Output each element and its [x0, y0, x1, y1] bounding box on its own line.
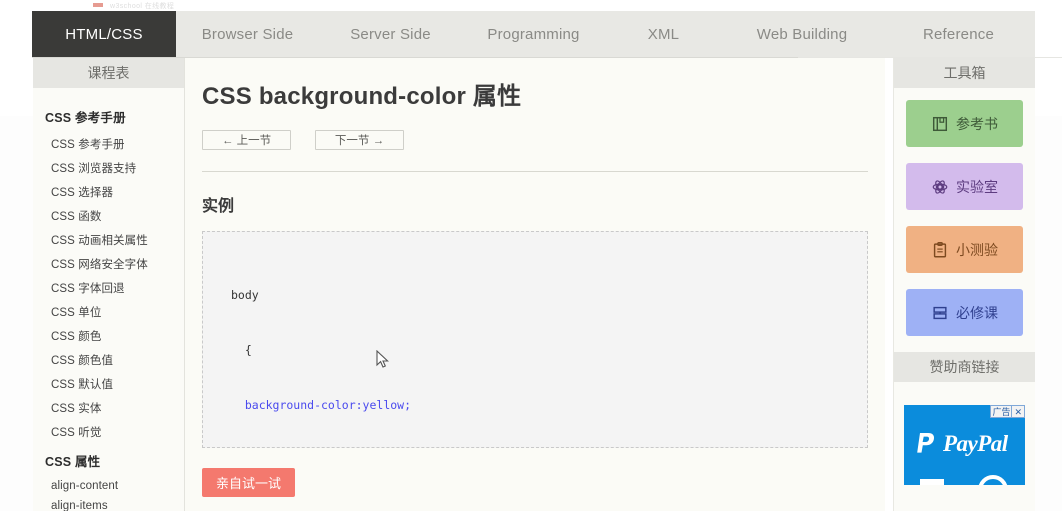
nav-tab-html-css[interactable]: HTML/CSS: [32, 11, 176, 57]
sidebar-item-css-reference[interactable]: CSS 参考手册: [33, 132, 184, 156]
ad-decoration-circle: [978, 475, 1008, 485]
nav-tab-web-building[interactable]: Web Building: [722, 11, 882, 57]
nav-tab-programming[interactable]: Programming: [462, 11, 605, 57]
sidebar-item-align-content[interactable]: align-content: [33, 476, 184, 496]
bottom-edge: [0, 511, 1062, 529]
code-example-block: body { background-color:yellow; } h1 { b…: [202, 231, 868, 448]
sidebar-group-title-properties: CSS 属性: [33, 444, 184, 476]
atom-icon: [931, 178, 949, 196]
ad-label: 广告: [990, 405, 1012, 418]
toolbox-header: 工具箱: [894, 58, 1035, 88]
sidebar-group-title-reference: CSS 参考手册: [33, 100, 184, 132]
sidebar-item-selectors[interactable]: CSS 选择器: [33, 180, 184, 204]
sidebar-item-units[interactable]: CSS 单位: [33, 300, 184, 324]
right-gutter: [1035, 116, 1062, 529]
try-it-yourself-button[interactable]: 亲自试一试: [202, 468, 295, 497]
advertisement-banner[interactable]: 广告 ✕ PayPal: [904, 405, 1025, 485]
code-line: body: [231, 286, 867, 304]
nav-tab-server-side[interactable]: Server Side: [319, 11, 462, 57]
nav-tab-browser-side[interactable]: Browser Side: [176, 11, 319, 57]
sidebar-item-entities[interactable]: CSS 实体: [33, 396, 184, 420]
left-sidebar: 课程表 CSS 参考手册 CSS 参考手册 CSS 浏览器支持 CSS 选择器 …: [33, 58, 185, 529]
code-line: background-color:yellow;: [231, 396, 867, 414]
toolbox-item-label: 实验室: [956, 177, 998, 197]
page-body: 课程表 CSS 参考手册 CSS 参考手册 CSS 浏览器支持 CSS 选择器 …: [0, 58, 1062, 529]
toolbox-item-label: 必修课: [956, 303, 998, 323]
ad-decoration-square: [920, 479, 944, 485]
paypal-wordmark: PayPal: [943, 431, 1008, 457]
book-icon: [931, 115, 949, 133]
next-chapter-button[interactable]: 下一节 →: [315, 130, 404, 150]
chapter-nav-buttons: ← 上一节 下一节 →: [185, 111, 885, 150]
sidebar-item-browser-support[interactable]: CSS 浏览器支持: [33, 156, 184, 180]
sidebar-item-font-fallback[interactable]: CSS 字体回退: [33, 276, 184, 300]
clipboard-icon: [931, 241, 949, 259]
toolbox-item-label: 参考书: [956, 114, 998, 134]
top-branding-strip: w3school 在线教程: [0, 0, 1062, 9]
sponsor-header: 赞助商链接: [894, 352, 1035, 382]
page-root: w3school 在线教程 HTML/CSS Browser Side Serv…: [0, 0, 1062, 529]
nav-tab-xml[interactable]: XML: [605, 11, 722, 57]
sidebar-item-colors[interactable]: CSS 颜色: [33, 324, 184, 348]
toolbox-list: 参考书 实验室: [894, 88, 1035, 336]
sidebar-item-aural[interactable]: CSS 听觉: [33, 420, 184, 444]
example-section-title: 实例: [185, 172, 885, 216]
left-gutter: [0, 116, 33, 529]
sidebar-item-color-values[interactable]: CSS 颜色值: [33, 348, 184, 372]
nav-tab-reference[interactable]: Reference: [882, 11, 1035, 57]
sidebar-item-websafe-fonts[interactable]: CSS 网络安全字体: [33, 252, 184, 276]
toolbox-item-quiz[interactable]: 小测验: [906, 226, 1023, 273]
code-line: {: [231, 341, 867, 359]
layers-icon: [931, 304, 949, 322]
site-logo-icon: [93, 3, 103, 7]
main-content: CSS background-color 属性 ← 上一节 下一节 → 实例 b…: [185, 58, 885, 529]
toolbox-item-reference-book[interactable]: 参考书: [906, 100, 1023, 147]
sidebar-list: CSS 参考手册 CSS 参考手册 CSS 浏览器支持 CSS 选择器 CSS …: [33, 88, 184, 529]
main-navigation: HTML/CSS Browser Side Server Side Progra…: [32, 11, 1035, 57]
sidebar-item-default-values[interactable]: CSS 默认值: [33, 372, 184, 396]
toolbox-item-laboratory[interactable]: 实验室: [906, 163, 1023, 210]
top-branding-text: w3school 在线教程: [110, 1, 174, 9]
sidebar-item-animation-properties[interactable]: CSS 动画相关属性: [33, 228, 184, 252]
sidebar-item-functions[interactable]: CSS 函数: [33, 204, 184, 228]
toolbox-item-label: 小测验: [956, 240, 998, 260]
toolbox-item-required-course[interactable]: 必修课: [906, 289, 1023, 336]
previous-chapter-button[interactable]: ← 上一节: [202, 130, 291, 150]
paypal-p-icon: [916, 431, 938, 457]
ad-close-icon[interactable]: ✕: [1012, 405, 1025, 418]
sidebar-header: 课程表: [33, 58, 184, 88]
ad-badge: 广告 ✕: [990, 405, 1025, 418]
page-title: CSS background-color 属性: [185, 58, 885, 111]
paypal-logo: PayPal: [916, 431, 1008, 457]
right-sidebar: 工具箱 参考书: [893, 58, 1035, 529]
